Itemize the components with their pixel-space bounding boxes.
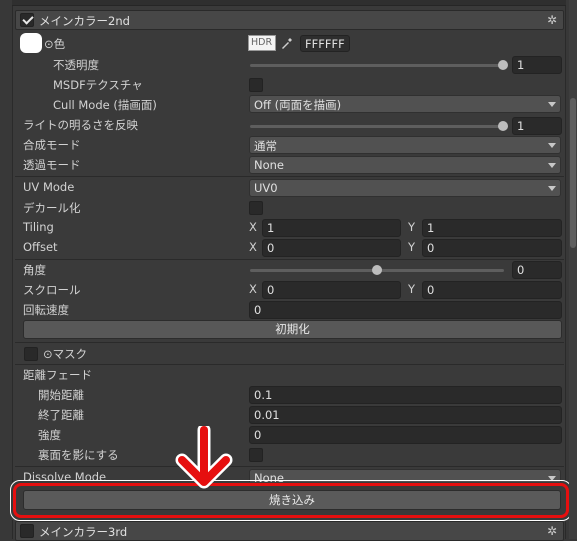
offset-y-field[interactable]: 0 [422, 239, 562, 257]
offset-x-field[interactable]: 0 [262, 239, 401, 257]
tiling-y-field[interactable]: 1 [422, 219, 562, 237]
alpha-value: None [254, 158, 285, 172]
section-header-main3[interactable]: メインカラー3rd ✲ [15, 521, 564, 541]
decal-checkbox[interactable] [249, 201, 263, 215]
highlight-box [13, 483, 569, 518]
rotspeed-label: 回転速度 [23, 303, 69, 317]
angle-field[interactable]: 0 [512, 261, 562, 279]
fade-strength-label: 強度 [38, 428, 61, 442]
previous-section-footer [12, 0, 566, 6]
decal-label: デカール化 [23, 201, 81, 215]
blend-value: 通常 [254, 139, 277, 153]
scrollbar[interactable] [569, 0, 577, 539]
hdr-button[interactable]: HDR [248, 35, 276, 51]
main2-enable-checkbox[interactable] [20, 13, 34, 27]
chevron-down-icon [548, 143, 556, 148]
light-slider-thumb[interactable] [498, 121, 508, 131]
divider [15, 364, 564, 365]
mask-checkbox[interactable] [24, 347, 38, 361]
cull-dropdown[interactable]: Off (両面を描画) [249, 95, 561, 113]
opacity-slider-thumb[interactable] [498, 60, 508, 70]
blend-label: 合成モード [23, 138, 81, 152]
cull-value: Off (両面を描画) [254, 98, 342, 112]
angle-label: 角度 [23, 263, 46, 277]
offset-x-label: X [249, 240, 257, 254]
msdf-checkbox[interactable] [249, 78, 263, 92]
scroll-label: スクロール [23, 283, 81, 297]
fade-end-label: 終了距離 [38, 408, 84, 422]
arrow-down-icon [175, 426, 233, 489]
chevron-down-icon [548, 163, 556, 168]
section-title: メインカラー3rd [39, 525, 128, 539]
offset-y-label: Y [408, 240, 416, 254]
opacity-slider[interactable] [250, 64, 504, 67]
alpha-dropdown[interactable]: None [249, 156, 561, 174]
tiling-x-field[interactable]: 1 [262, 219, 401, 237]
rotspeed-field[interactable]: 0 [249, 301, 562, 319]
light-slider[interactable] [250, 125, 504, 128]
backface-shadow-checkbox[interactable] [249, 448, 263, 462]
tiling-y-label: Y [408, 220, 416, 234]
divider [15, 259, 564, 260]
section-title: メインカラー2nd [39, 14, 130, 28]
divider [15, 342, 564, 343]
alpha-label: 透過モード [23, 158, 81, 172]
fade-start-field[interactable]: 0.1 [249, 386, 562, 404]
chevron-down-icon [548, 186, 556, 191]
scroll-y-field[interactable]: 0 [422, 281, 562, 299]
main3-enable-checkbox[interactable] [20, 524, 34, 538]
section-header-main2[interactable]: メインカラー2nd ✲ [15, 10, 564, 30]
msdf-label: MSDFテクスチャ [53, 78, 143, 92]
light-label: ライトの明るさを反映 [23, 118, 138, 132]
hex-field[interactable]: FFFFFF [300, 35, 350, 52]
distfade-label: 距離フェード [23, 368, 92, 382]
uvmode-label: UV Mode [23, 180, 75, 194]
chevron-down-icon [548, 102, 556, 107]
gear-icon[interactable]: ✲ [547, 524, 557, 538]
divider [15, 176, 564, 177]
tiling-x-label: X [249, 220, 257, 234]
opacity-field[interactable]: 1 [512, 56, 562, 74]
fade-end-field[interactable]: 0.01 [249, 406, 562, 424]
divider [15, 466, 564, 467]
tiling-label: Tiling [23, 220, 54, 234]
angle-slider-thumb[interactable] [372, 265, 382, 275]
scroll-x-field[interactable]: 0 [262, 281, 401, 299]
backface-shadow-label: 裏面を影にする [38, 448, 119, 462]
opacity-label: 不透明度 [53, 58, 99, 72]
color-label: ⊙色 [44, 37, 66, 51]
gear-icon[interactable]: ✲ [547, 13, 557, 27]
cull-label: Cull Mode (描画面) [53, 98, 157, 112]
uvmode-value: UV0 [254, 181, 278, 195]
blend-dropdown[interactable]: 通常 [249, 136, 561, 154]
scroll-x-label: X [249, 282, 257, 296]
fade-start-label: 開始距離 [38, 388, 84, 402]
uvmode-dropdown[interactable]: UV0 [249, 179, 561, 197]
color-swatch[interactable] [20, 33, 42, 53]
eyedropper-icon[interactable] [279, 35, 297, 51]
reset-button[interactable]: 初期化 [23, 320, 562, 339]
scroll-y-label: Y [408, 282, 416, 296]
scrollbar-thumb[interactable] [570, 98, 576, 248]
mask-label: ⊙マスク [43, 347, 88, 361]
fade-strength-field[interactable]: 0 [249, 426, 562, 444]
light-field[interactable]: 1 [512, 117, 562, 135]
offset-label: Offset [23, 240, 58, 254]
